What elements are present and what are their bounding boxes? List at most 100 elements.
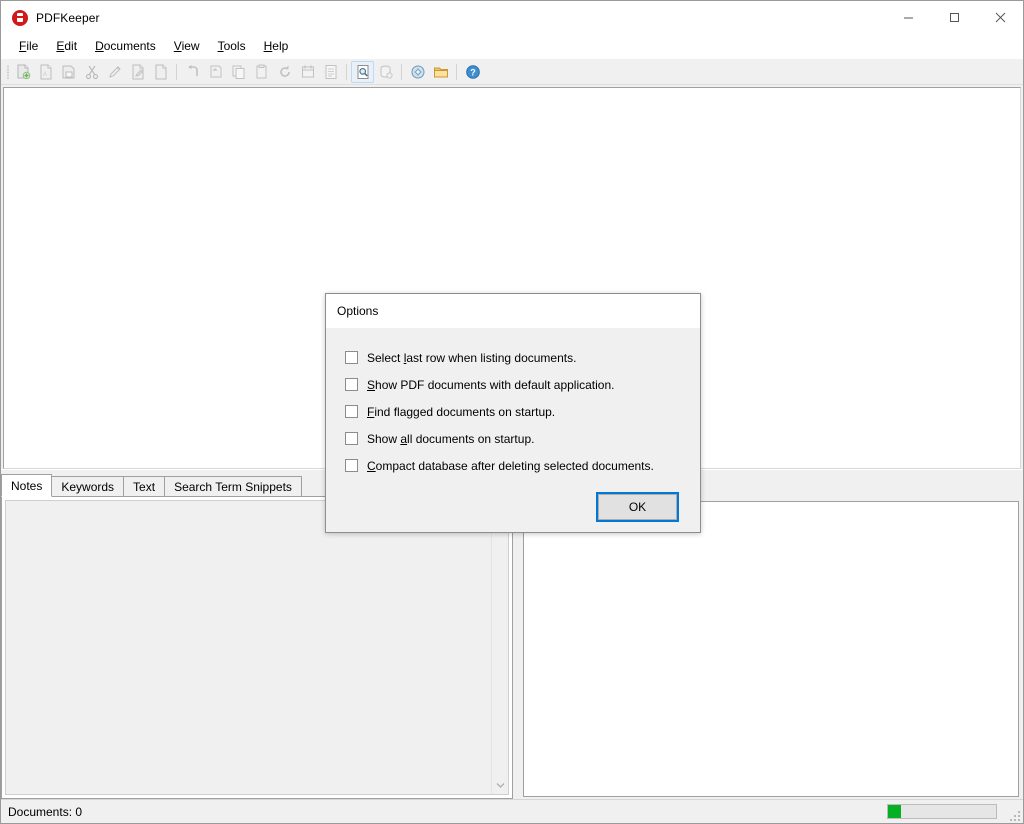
copy-icon[interactable] — [227, 61, 250, 83]
options-dialog-body: Select last row when listing documents. … — [326, 328, 700, 479]
menu-edit[interactable]: Edit — [47, 36, 86, 57]
find-flagged-startup-checkbox-row[interactable]: Find flagged documents on startup. — [345, 398, 700, 425]
undo-icon[interactable] — [181, 61, 204, 83]
menu-documents[interactable]: Documents — [86, 36, 165, 57]
select-last-row-checkbox-row[interactable]: Select last row when listing documents. — [345, 344, 700, 371]
folder-icon[interactable] — [429, 61, 452, 83]
toolbar-separator — [346, 63, 347, 80]
options-dialog: Options Select last row when listing doc… — [325, 293, 701, 533]
menu-view-rest: iew — [181, 38, 200, 53]
calendar-flag-icon[interactable] — [296, 61, 319, 83]
help-icon[interactable]: ? — [461, 61, 484, 83]
menu-tools[interactable]: Tools — [209, 36, 255, 57]
notes-vertical-scrollbar[interactable] — [491, 501, 508, 794]
pdfkeeper-window: PDFKeeper File Edit Documents View Tools… — [0, 0, 1024, 824]
toolbar-separator — [456, 63, 457, 80]
add-document-icon[interactable] — [11, 61, 34, 83]
notes-text-content[interactable] — [6, 501, 491, 794]
compact-database-checkbox[interactable] — [345, 459, 358, 472]
lock-document-icon[interactable] — [149, 61, 172, 83]
select-last-row-label-post: ast row when listing documents. — [406, 350, 577, 365]
show-pdf-default-app-label-post: how PDF documents with default applicati… — [375, 377, 615, 392]
document-preview[interactable] — [523, 501, 1019, 797]
scroll-down-icon[interactable] — [492, 777, 508, 794]
show-all-startup-checkbox[interactable] — [345, 432, 358, 445]
options-dialog-title: Options — [326, 294, 700, 328]
toolbar-separator — [176, 63, 177, 80]
refresh-icon[interactable] — [273, 61, 296, 83]
tab-notes-label: Notes — [11, 478, 43, 493]
menu-documents-mnemonic: D — [95, 38, 104, 53]
menu-tools-rest: ools — [223, 38, 246, 53]
deploy-icon[interactable] — [406, 61, 429, 83]
compact-database-checkbox-row[interactable]: Compact database after deleting selected… — [345, 452, 700, 479]
compact-database-label: Compact database after deleting selected… — [367, 459, 654, 473]
tab-keywords[interactable]: Keywords — [51, 476, 125, 497]
show-pdf-default-app-label-mnemonic: S — [367, 377, 376, 392]
resize-grip[interactable] — [1007, 808, 1020, 821]
maximize-button[interactable] — [931, 1, 977, 34]
tab-text[interactable]: Text — [123, 476, 166, 497]
pdfkeeper-app-icon — [12, 9, 28, 26]
status-bar: Documents: 0 — [1, 799, 1023, 823]
options-dialog-footer: OK — [326, 479, 700, 535]
edit-pencil-icon[interactable] — [103, 61, 126, 83]
find-flagged-startup-label: Find flagged documents on startup. — [367, 405, 555, 419]
paste-icon[interactable] — [250, 61, 273, 83]
show-all-startup-label-pre: Show — [367, 431, 401, 446]
compact-database-label-post: ompact database after deleting selected … — [375, 458, 654, 473]
show-pdf-default-app-checkbox-row[interactable]: Show PDF documents with default applicat… — [345, 371, 700, 398]
menu-view-mnemonic: V — [173, 38, 182, 53]
show-pdf-default-app-checkbox[interactable] — [345, 378, 358, 391]
open-pdf-icon[interactable]: A — [34, 61, 57, 83]
toolbar-grip[interactable] — [4, 63, 11, 81]
progress-bar — [887, 804, 997, 819]
menu-file[interactable]: File — [10, 36, 47, 57]
cut-icon[interactable] — [80, 61, 103, 83]
close-button[interactable] — [977, 1, 1023, 34]
tab-page-notes — [1, 497, 513, 799]
toolbar: A ? — [1, 59, 1023, 85]
find-flagged-startup-label-post: ind flagged documents on startup. — [374, 404, 556, 419]
tab-search-term-snippets[interactable]: Search Term Snippets — [164, 476, 302, 497]
toolbar-separator — [401, 63, 402, 80]
notes-textbox[interactable] — [5, 500, 509, 795]
compact-database-label-mnemonic: C — [367, 458, 376, 473]
redo-icon[interactable] — [204, 61, 227, 83]
menu-help-mnemonic: H — [263, 38, 273, 53]
show-all-startup-label-post: ll documents on startup. — [407, 431, 535, 446]
edit-document-icon[interactable] — [126, 61, 149, 83]
ok-button[interactable]: OK — [596, 492, 679, 522]
search-document-icon[interactable] — [351, 60, 374, 83]
title-bar-left: PDFKeeper — [1, 9, 100, 26]
menu-help-rest: elp — [272, 38, 289, 53]
database-search-icon[interactable] — [374, 61, 397, 83]
documents-count-status: Documents: 0 — [8, 804, 83, 819]
tab-search-term-snippets-label: Search Term Snippets — [174, 479, 292, 494]
menu-help[interactable]: Help — [255, 36, 298, 57]
title-bar: PDFKeeper — [1, 1, 1023, 34]
menu-view[interactable]: View — [165, 36, 209, 57]
show-all-startup-label: Show all documents on startup. — [367, 432, 534, 446]
select-last-row-label: Select last row when listing documents. — [367, 351, 576, 365]
svg-text:?: ? — [470, 67, 476, 77]
text-document-icon[interactable] — [319, 61, 342, 83]
find-flagged-startup-checkbox[interactable] — [345, 405, 358, 418]
menu-file-rest: ile — [26, 38, 39, 53]
window-title: PDFKeeper — [36, 10, 100, 25]
select-last-row-checkbox[interactable] — [345, 351, 358, 364]
progress-bar-fill — [888, 805, 901, 818]
minimize-button[interactable] — [885, 1, 931, 34]
tab-text-label: Text — [133, 479, 156, 494]
tab-keywords-label: Keywords — [61, 479, 115, 494]
menu-bar: File Edit Documents View Tools Help — [1, 34, 1023, 59]
window-controls — [885, 1, 1023, 34]
menu-documents-rest: ocuments — [103, 38, 156, 53]
tab-notes[interactable]: Notes — [1, 474, 53, 497]
select-last-row-label-pre: Select — [367, 350, 404, 365]
menu-edit-rest: dit — [64, 38, 78, 53]
show-all-startup-checkbox-row[interactable]: Show all documents on startup. — [345, 425, 700, 452]
show-pdf-default-app-label: Show PDF documents with default applicat… — [367, 378, 614, 392]
svg-text:A: A — [43, 72, 47, 78]
save-document-icon[interactable] — [57, 61, 80, 83]
